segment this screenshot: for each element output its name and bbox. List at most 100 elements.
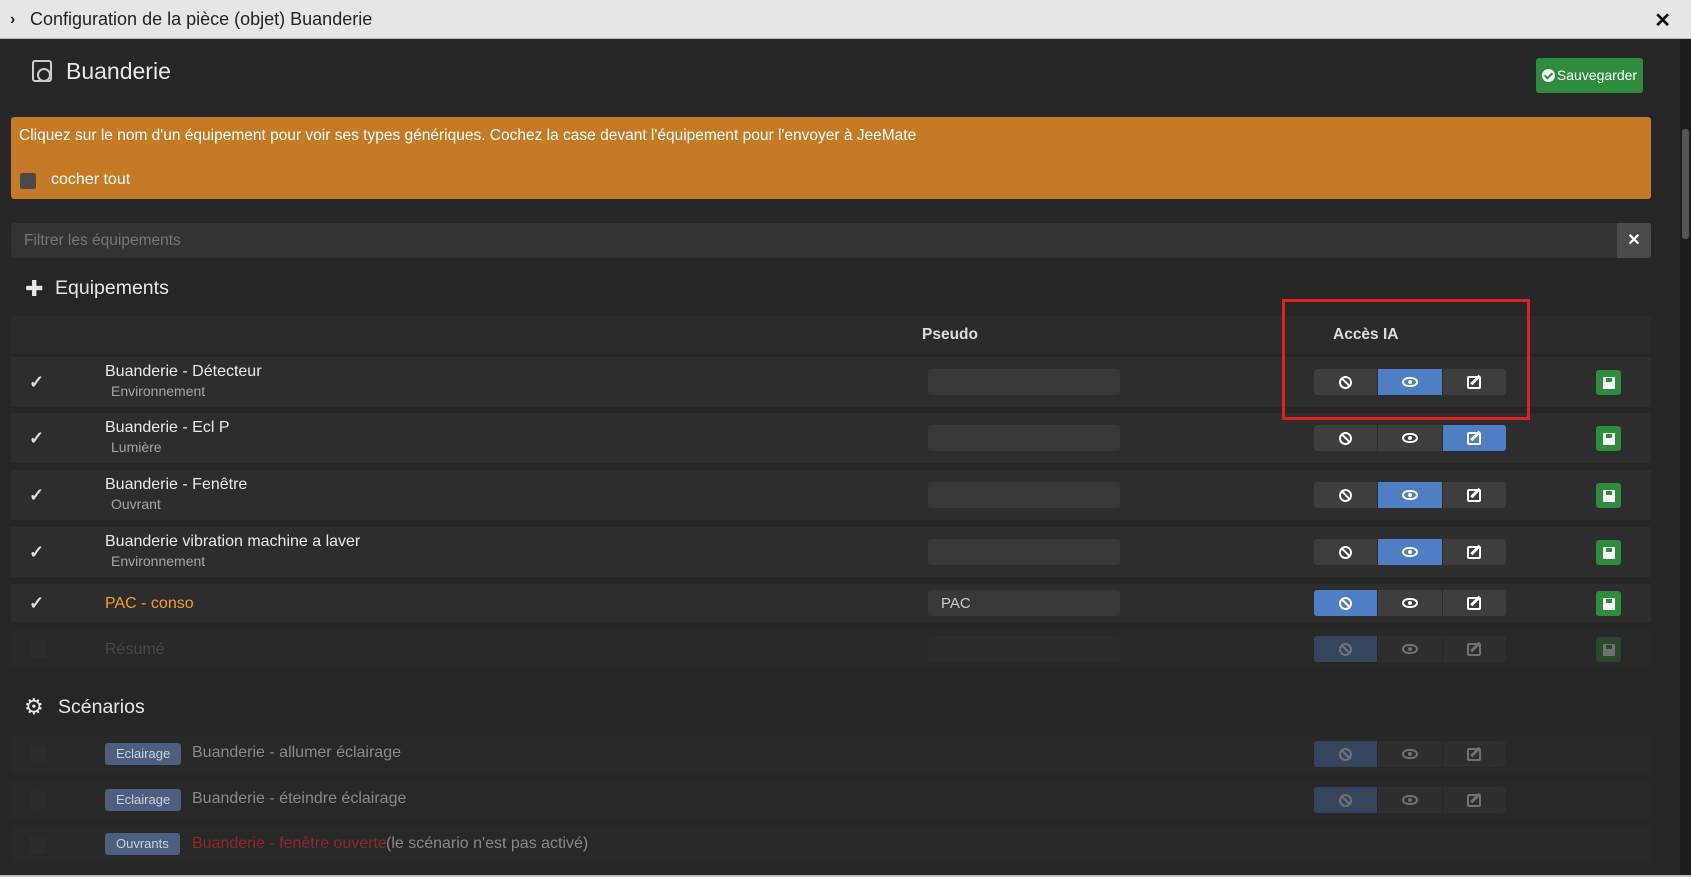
pseudo-input[interactable] (928, 590, 1120, 616)
floppy-icon (1602, 597, 1615, 610)
scenario-name[interactable]: Buanderie - éteindre éclairage (192, 790, 406, 808)
gears-icon: ⚙ (24, 694, 44, 719)
equipment-name[interactable]: Buanderie - Détecteur (105, 363, 262, 381)
access-edit-button[interactable] (1442, 636, 1506, 662)
row-checkbox[interactable]: ✓ (29, 486, 47, 504)
equipment-name[interactable]: Buanderie - Fenêtre (105, 476, 247, 494)
equipment-category: Lumière (111, 439, 162, 455)
close-icon[interactable]: ✕ (1654, 8, 1671, 33)
access-none-button[interactable] (1314, 539, 1379, 565)
access-edit-button[interactable] (1442, 590, 1506, 616)
save-button[interactable]: Sauvegarder (1536, 58, 1643, 93)
save-button-label: Sauvegarder (1556, 67, 1638, 83)
ban-icon (1339, 747, 1353, 761)
ban-icon (1339, 596, 1353, 610)
chevron-right-icon[interactable]: › (10, 11, 28, 29)
row-checkbox[interactable] (29, 745, 47, 763)
access-edit-button[interactable] (1442, 741, 1506, 767)
row-checkbox[interactable] (29, 640, 47, 658)
row-save-button[interactable] (1596, 370, 1621, 395)
row-checkbox[interactable]: ✓ (29, 594, 47, 612)
access-view-button[interactable] (1378, 482, 1443, 508)
table-row: ✓ PAC - conso (11, 584, 1651, 622)
puzzle-icon: ✚ (25, 276, 44, 301)
access-edit-button[interactable] (1442, 482, 1506, 508)
scrollbar-thumb[interactable] (1682, 129, 1689, 239)
check-circle-icon (1541, 69, 1555, 82)
access-edit-button[interactable] (1442, 425, 1506, 451)
scenario-name[interactable]: Buanderie - fenêtre ouverte (192, 835, 387, 853)
scenario-group-badge: Eclairage (105, 743, 182, 765)
edit-icon (1467, 596, 1482, 610)
pseudo-input[interactable] (928, 425, 1120, 451)
equipements-title: Equipements (55, 277, 169, 299)
equipment-name[interactable]: Buanderie vibration machine a laver (105, 533, 360, 551)
access-view-button[interactable] (1378, 425, 1443, 451)
ban-icon (1339, 793, 1353, 807)
equipment-category: Ouvrant (111, 496, 161, 512)
equipment-category: Environnement (111, 553, 206, 569)
access-toggle-group (1314, 539, 1506, 565)
access-none-button[interactable] (1314, 482, 1379, 508)
filter-input[interactable] (11, 223, 1617, 258)
row-checkbox[interactable]: ✓ (29, 429, 47, 447)
scenario-name[interactable]: Buanderie - allumer éclairage (192, 744, 401, 762)
ban-icon (1339, 431, 1353, 445)
row-checkbox[interactable]: ✓ (29, 543, 47, 561)
row-save-button[interactable] (1596, 637, 1621, 662)
access-none-button[interactable] (1314, 425, 1379, 451)
scenario-group-badge: Eclairage (105, 789, 182, 811)
access-view-button[interactable] (1378, 741, 1443, 767)
access-none-button[interactable] (1314, 787, 1379, 813)
access-toggle-group (1314, 590, 1506, 616)
access-toggle-group (1314, 787, 1506, 813)
edit-icon (1467, 488, 1482, 502)
row-save-button[interactable] (1596, 426, 1621, 451)
eye-icon (1401, 433, 1418, 443)
check-all-checkbox[interactable] (20, 173, 36, 189)
eye-icon (1401, 749, 1418, 759)
scenario-group-badge: Ouvrants (105, 833, 180, 855)
eye-icon (1401, 490, 1418, 500)
access-view-button[interactable] (1378, 539, 1443, 565)
floppy-icon (1602, 643, 1615, 656)
washing-machine-icon (32, 60, 52, 82)
access-edit-button[interactable] (1442, 787, 1506, 813)
row-save-button[interactable] (1596, 591, 1621, 616)
access-none-button[interactable] (1314, 590, 1379, 616)
edit-icon (1467, 431, 1482, 445)
floppy-icon (1602, 546, 1615, 559)
access-edit-button[interactable] (1442, 539, 1506, 565)
eye-icon (1401, 644, 1418, 654)
edit-icon (1467, 545, 1482, 559)
row-checkbox[interactable] (29, 836, 47, 854)
pseudo-input[interactable] (928, 636, 1120, 662)
eye-icon (1401, 795, 1418, 805)
access-view-button[interactable] (1378, 636, 1443, 662)
floppy-icon (1602, 376, 1615, 389)
row-save-button[interactable] (1596, 540, 1621, 565)
room-title: Buanderie (66, 58, 171, 84)
access-none-button[interactable] (1314, 636, 1379, 662)
equipment-name[interactable]: PAC - conso (105, 595, 194, 613)
access-view-button[interactable] (1378, 787, 1443, 813)
table-row: ✓ Buanderie - Fenêtre Ouvrant (11, 470, 1651, 520)
access-toggle-group (1314, 425, 1506, 451)
pseudo-input[interactable] (928, 369, 1120, 395)
access-none-button[interactable] (1314, 741, 1379, 767)
ban-icon (1339, 545, 1353, 559)
access-view-button[interactable] (1378, 590, 1443, 616)
equipment-category: Environnement (111, 383, 206, 399)
row-checkbox[interactable] (29, 791, 47, 809)
check-all-label[interactable]: cocher tout (51, 171, 130, 189)
eye-icon (1401, 598, 1418, 608)
info-alert: Cliquez sur le nom d'un équipement pour … (11, 117, 1651, 199)
pseudo-input[interactable] (928, 482, 1120, 508)
filter-clear-button[interactable]: ✕ (1617, 223, 1651, 258)
row-checkbox[interactable]: ✓ (29, 373, 47, 391)
equipment-name[interactable]: Résumé (105, 641, 165, 659)
row-save-button[interactable] (1596, 483, 1621, 508)
scrollbar[interactable] (1680, 39, 1691, 877)
pseudo-input[interactable] (928, 539, 1120, 565)
equipment-name[interactable]: Buanderie - Ecl P (105, 419, 230, 437)
